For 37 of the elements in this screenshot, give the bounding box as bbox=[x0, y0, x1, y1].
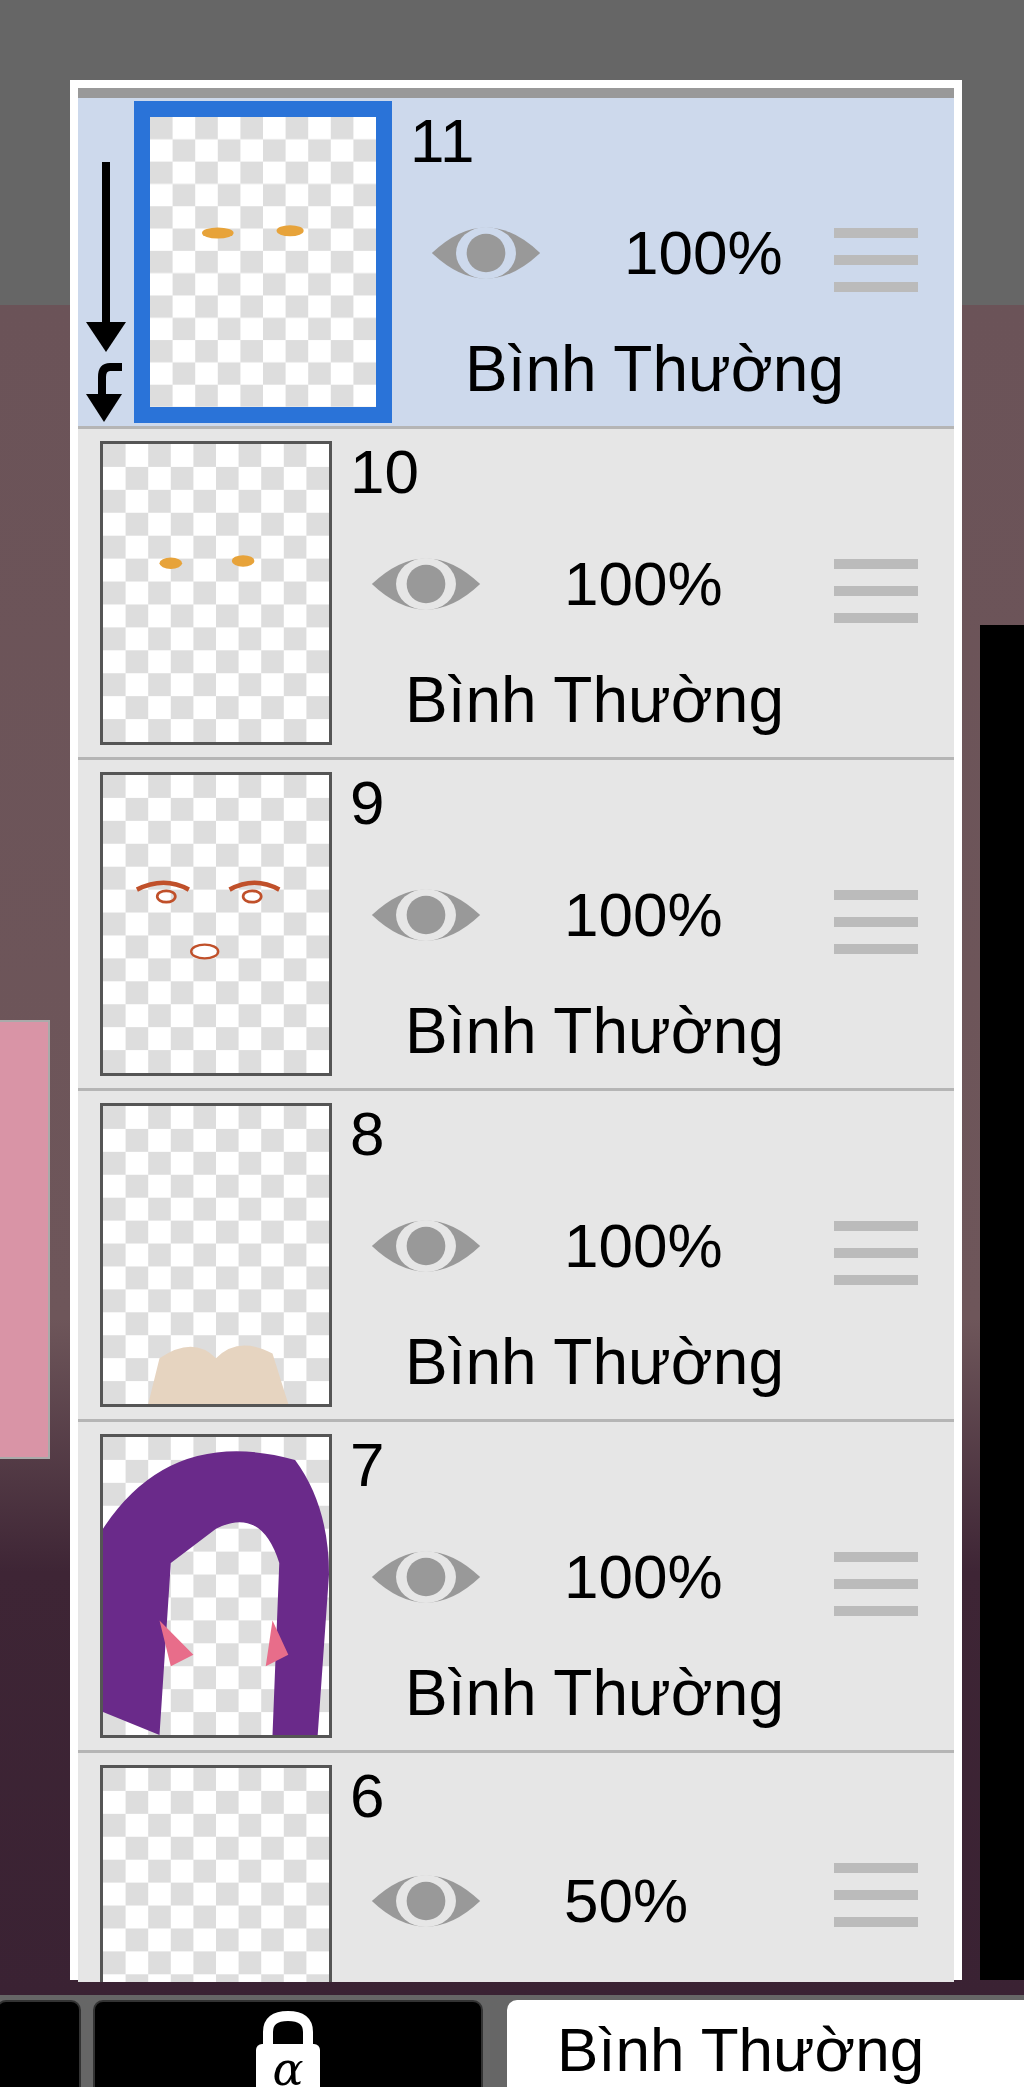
layer-number: 11 bbox=[410, 110, 475, 172]
layer-row[interactable]: 8 100% Bình Thường bbox=[78, 1091, 954, 1422]
layer-thumbnail[interactable] bbox=[100, 1103, 332, 1407]
layer-number: 6 bbox=[350, 1765, 385, 1827]
blend-mode-label: Bình Thường bbox=[465, 333, 844, 404]
lock-alpha-button[interactable]: α bbox=[93, 2000, 483, 2087]
drag-handle-icon[interactable] bbox=[834, 228, 918, 292]
layer-number: 10 bbox=[350, 441, 419, 503]
layer-number: 7 bbox=[350, 1434, 385, 1496]
layer-thumbnail[interactable] bbox=[134, 101, 392, 423]
layer-row[interactable]: 9 100% Bình Thường bbox=[78, 760, 954, 1091]
toolbar-button[interactable] bbox=[0, 2000, 81, 2087]
opacity-value: 100% bbox=[564, 1214, 723, 1277]
blend-mode-label: Bình Thường bbox=[405, 1657, 784, 1728]
layer-row[interactable]: 7 100% Bình Thường bbox=[78, 1422, 954, 1753]
layer-row[interactable]: 11 100% Bình Thường bbox=[78, 98, 954, 429]
opacity-value: 100% bbox=[624, 221, 783, 284]
blend-mode-label: Bình Thường bbox=[405, 995, 784, 1066]
layer-number: 9 bbox=[350, 772, 385, 834]
drag-handle-icon[interactable] bbox=[834, 1552, 918, 1616]
layer-thumbnail[interactable] bbox=[100, 441, 332, 745]
blend-mode-dropdown[interactable]: Bình Thường bbox=[507, 2000, 1024, 2087]
opacity-value: 50% bbox=[564, 1870, 689, 1932]
opacity-value: 100% bbox=[564, 883, 723, 946]
blend-mode-label: Bình Thường bbox=[405, 664, 784, 735]
drag-handle-icon[interactable] bbox=[834, 559, 918, 623]
layer-number: 8 bbox=[350, 1103, 385, 1165]
layer-thumbnail[interactable] bbox=[100, 1434, 332, 1738]
layer-row[interactable]: 10 100% Bình Thường bbox=[78, 429, 954, 760]
layer-thumbnail[interactable] bbox=[100, 1765, 332, 1982]
blend-mode-label: Bình Thường bbox=[405, 1326, 784, 1397]
opacity-value: 100% bbox=[564, 552, 723, 615]
opacity-value: 100% bbox=[564, 1545, 723, 1608]
layer-thumbnail[interactable] bbox=[100, 772, 332, 1076]
drag-handle-icon[interactable] bbox=[834, 1221, 918, 1285]
drag-handle-icon[interactable] bbox=[834, 1863, 918, 1927]
drag-handle-icon[interactable] bbox=[834, 890, 918, 954]
